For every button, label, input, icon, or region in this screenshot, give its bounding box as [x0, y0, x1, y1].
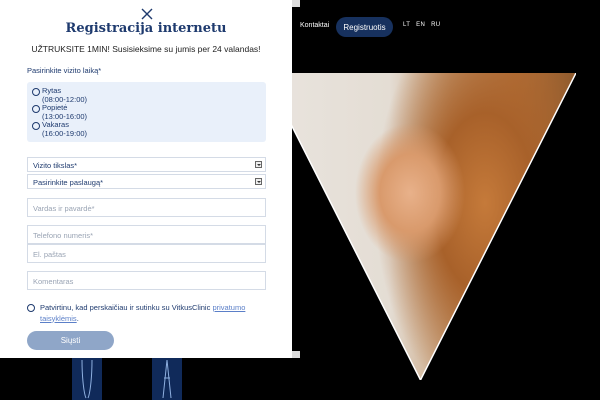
registration-modal: Registracija internetu UŽTRUKSITE 1MIN! …	[0, 0, 292, 358]
dropdown-arrow-icon[interactable]	[255, 178, 262, 185]
register-button[interactable]: Registruotis	[336, 17, 393, 37]
background-card-left	[72, 358, 102, 400]
service-select[interactable]: Pasirinkite paslaugą*	[27, 174, 266, 189]
lang-ru[interactable]: RU	[431, 22, 440, 28]
tooth-icon	[81, 359, 93, 399]
scrollbar-up-arrow[interactable]	[292, 0, 300, 7]
time-option-afternoon[interactable]: Popietė (13:00-16:00)	[32, 103, 87, 121]
comment-input[interactable]: Komentaras	[27, 271, 266, 290]
radio-button[interactable]	[32, 122, 40, 130]
dropdown-arrow-icon[interactable]	[255, 161, 262, 168]
email-input[interactable]: El. paštas	[27, 244, 266, 263]
page: Kontaktai Registruotis LT EN RU Registra…	[0, 0, 600, 400]
language-switcher: LT EN RU	[403, 22, 440, 28]
lang-lt[interactable]: LT	[403, 22, 410, 28]
time-option-label: Popietė	[42, 103, 68, 112]
modal-title: Registracija internetu	[65, 21, 227, 36]
time-option-evening[interactable]: Vakaras (16:00-19:00)	[32, 120, 87, 138]
site-header: Kontaktai Registruotis LT EN RU	[298, 17, 600, 37]
consent-period: .	[76, 313, 79, 323]
lang-en[interactable]: EN	[416, 22, 425, 28]
time-option-label: Vakaras	[42, 120, 69, 129]
consent-text: Patvirtinu, kad perskaičiau ir sutinku s…	[40, 303, 213, 312]
close-icon[interactable]	[140, 7, 154, 21]
radio-button[interactable]	[32, 105, 40, 113]
visit-purpose-value: Vizito tikslas*	[33, 161, 78, 170]
time-option-label: Rytas	[42, 86, 62, 95]
implant-icon	[162, 359, 172, 399]
visit-purpose-select[interactable]: Vizito tikslas*	[27, 157, 266, 172]
scrollbar-down-arrow[interactable]	[292, 351, 300, 358]
time-options-group: Rytas (08:00-12:00) Popietė (13:00-16:00…	[27, 82, 266, 142]
hero-triangle-outline	[265, 73, 576, 380]
submit-button[interactable]: Siųsti	[27, 331, 114, 350]
name-input[interactable]: Vardas ir pavardė*	[27, 198, 266, 217]
consent-radio[interactable]	[27, 304, 35, 312]
service-value: Pasirinkite paslaugą*	[33, 178, 104, 187]
background-card-right	[152, 358, 182, 400]
time-option-morning[interactable]: Rytas (08:00-12:00)	[32, 86, 87, 104]
phone-input[interactable]: Telefono numeris*	[27, 225, 266, 244]
time-label: Pasirinkite vizito laiką*	[27, 66, 102, 75]
time-option-range: (16:00-19:00)	[42, 129, 88, 138]
modal-subtitle: UŽTRUKSITE 1MIN! Susisieksime su jumis p…	[31, 44, 261, 54]
radio-button[interactable]	[32, 88, 40, 96]
nav-link-contacts[interactable]: Kontaktai	[300, 22, 329, 29]
privacy-consent: Patvirtinu, kad perskaičiau ir sutinku s…	[27, 303, 267, 324]
